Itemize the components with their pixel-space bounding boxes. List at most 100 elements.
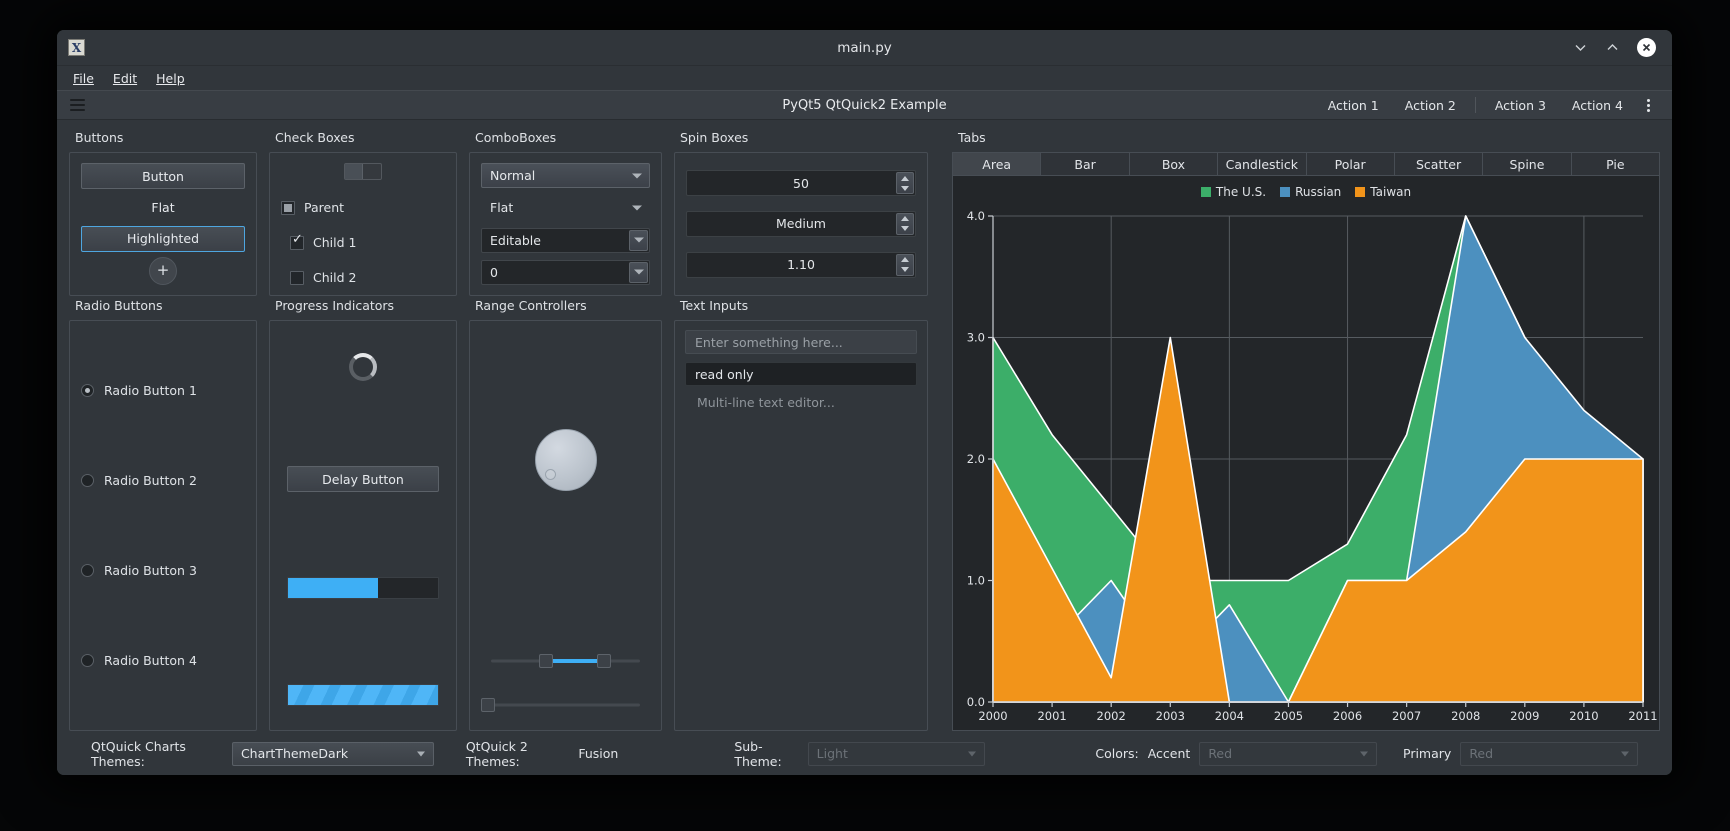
checkbox-child-1-box xyxy=(290,233,304,250)
slider-track xyxy=(491,703,640,707)
combobox-normal-value: Normal xyxy=(490,168,536,183)
radio-button-3[interactable]: Radio Button 3 xyxy=(81,563,245,578)
chevron-down-icon xyxy=(634,237,644,243)
legend-label: Taiwan xyxy=(1370,185,1412,199)
charts-theme-value: ChartThemeDark xyxy=(240,746,349,761)
action-3-button[interactable]: Action 3 xyxy=(1482,94,1559,117)
tab-spine[interactable]: Spine xyxy=(1483,152,1572,176)
tab-bar-chart[interactable]: Bar xyxy=(1041,152,1130,176)
range-slider-handle-first[interactable] xyxy=(539,654,554,668)
spinbox-text-steppers[interactable] xyxy=(896,212,914,235)
primary-combobox[interactable]: Red xyxy=(1460,741,1638,766)
accent-combobox[interactable]: Red xyxy=(1199,741,1377,766)
radio-button-3-dot xyxy=(81,564,94,578)
group-range: Range Controllers xyxy=(469,296,674,731)
svg-text:2004: 2004 xyxy=(1215,709,1244,723)
text-area[interactable]: Multi-line text editor... xyxy=(685,386,917,721)
action-1-button[interactable]: Action 1 xyxy=(1315,94,1392,117)
legend-swatch-icon xyxy=(1280,187,1291,197)
triangle-down-icon xyxy=(901,185,909,191)
progress-bar-indeterminate-fill xyxy=(288,685,438,705)
button-highlighted[interactable]: Highlighted xyxy=(81,225,245,252)
legend-swatch-icon xyxy=(1200,187,1211,197)
group-spinboxes: Spin Boxes 50 Medium 1.10 xyxy=(674,128,940,296)
action-2-button[interactable]: Action 2 xyxy=(1392,94,1469,117)
svg-text:2007: 2007 xyxy=(1392,709,1421,723)
radio-button-1[interactable]: Radio Button 1 xyxy=(81,383,245,398)
tab-pie[interactable]: Pie xyxy=(1571,152,1660,176)
tab-area[interactable]: Area xyxy=(952,152,1042,176)
combobox-flat-value: Flat xyxy=(490,200,514,216)
range-slider-handle-second[interactable] xyxy=(597,654,612,668)
svg-text:2003: 2003 xyxy=(1156,709,1185,723)
combobox-normal[interactable]: Normal xyxy=(481,163,650,188)
close-icon[interactable] xyxy=(1637,38,1656,57)
tab-polar[interactable]: Polar xyxy=(1306,152,1395,176)
menu-file[interactable]: File xyxy=(65,69,102,88)
group-progress-box: Delay Button xyxy=(269,320,457,731)
checkbox-parent[interactable]: Parent xyxy=(281,200,445,215)
tab-scatter[interactable]: Scatter xyxy=(1394,152,1484,176)
hamburger-icon[interactable] xyxy=(70,99,85,111)
group-comboboxes: ComboBoxes Normal Flat Editable 0 xyxy=(469,128,674,296)
combobox-editable[interactable]: Editable xyxy=(481,227,650,253)
button-normal[interactable]: Button xyxy=(81,163,245,189)
toggle-switch[interactable] xyxy=(344,163,382,180)
triangle-up-icon xyxy=(901,216,909,222)
button-flat[interactable]: Flat xyxy=(81,194,245,220)
delay-button[interactable]: Delay Button xyxy=(287,466,439,492)
checkbox-child-1-label: Child 1 xyxy=(313,235,357,250)
readonly-text-field[interactable]: read only xyxy=(685,362,917,386)
legend-item-1[interactable]: Russian xyxy=(1280,185,1341,199)
add-round-button[interactable]: + xyxy=(149,256,177,285)
text-field-placeholder: Enter something here... xyxy=(695,334,843,350)
spinbox-number[interactable]: 50 xyxy=(686,170,916,197)
action-4-button[interactable]: Action 4 xyxy=(1559,94,1636,117)
chevron-down-icon[interactable] xyxy=(1573,40,1588,55)
menu-help[interactable]: Help xyxy=(148,69,193,88)
spinbox-text-value: Medium xyxy=(776,216,826,232)
group-progress-title: Progress Indicators xyxy=(275,298,395,313)
group-tabs-title: Tabs xyxy=(958,130,986,145)
svg-text:2001: 2001 xyxy=(1037,709,1066,723)
spinbox-decimal-steppers[interactable] xyxy=(896,253,914,276)
legend-item-2[interactable]: Taiwan xyxy=(1355,185,1411,199)
charts-theme-combobox[interactable]: ChartThemeDark xyxy=(231,741,434,766)
group-checkboxes-title: Check Boxes xyxy=(275,130,355,145)
svg-text:2011: 2011 xyxy=(1628,709,1657,723)
text-field[interactable]: Enter something here... xyxy=(685,330,917,354)
checkbox-parent-label: Parent xyxy=(304,200,345,215)
menu-edit[interactable]: Edit xyxy=(105,69,145,88)
group-range-box xyxy=(469,320,662,731)
triangle-down-icon xyxy=(901,267,909,273)
subtheme-combobox[interactable]: Light xyxy=(807,741,986,766)
combobox-number[interactable]: 0 xyxy=(481,259,650,285)
subtheme-value: Light xyxy=(816,746,848,761)
legend-item-0[interactable]: The U.S. xyxy=(1200,185,1266,199)
group-progress: Progress Indicators Delay Button xyxy=(269,296,469,731)
tab-candlestick[interactable]: Candlestick xyxy=(1218,152,1307,176)
legend-label: Russian xyxy=(1295,185,1342,199)
slider-handle[interactable] xyxy=(481,698,496,712)
group-checkboxes-box: Parent Child 1 Child 2 xyxy=(269,152,457,296)
menu-help-label: Help xyxy=(156,70,185,86)
combobox-flat[interactable]: Flat xyxy=(481,195,650,220)
radio-button-2[interactable]: Radio Button 2 xyxy=(81,473,245,488)
spinbox-decimal[interactable]: 1.10 xyxy=(686,251,916,278)
window-controls xyxy=(1573,38,1656,57)
range-slider[interactable] xyxy=(485,652,646,670)
svg-text:2006: 2006 xyxy=(1333,709,1362,723)
checkbox-child-2[interactable]: Child 2 xyxy=(281,270,445,285)
group-buttons-box: Button Flat Highlighted + xyxy=(69,152,257,296)
kebab-menu-icon[interactable] xyxy=(1636,95,1659,116)
slider[interactable] xyxy=(481,696,646,714)
spinbox-text[interactable]: Medium xyxy=(686,210,916,237)
chevron-up-icon[interactable] xyxy=(1605,40,1620,55)
checkbox-child-1[interactable]: Child 1 xyxy=(281,233,445,250)
dial-control[interactable] xyxy=(534,429,597,491)
spinbox-number-steppers[interactable] xyxy=(896,172,914,195)
tab-box[interactable]: Box xyxy=(1129,152,1219,176)
radio-button-4[interactable]: Radio Button 4 xyxy=(81,653,245,668)
group-range-title: Range Controllers xyxy=(475,298,587,313)
chevron-down-icon xyxy=(968,751,977,756)
